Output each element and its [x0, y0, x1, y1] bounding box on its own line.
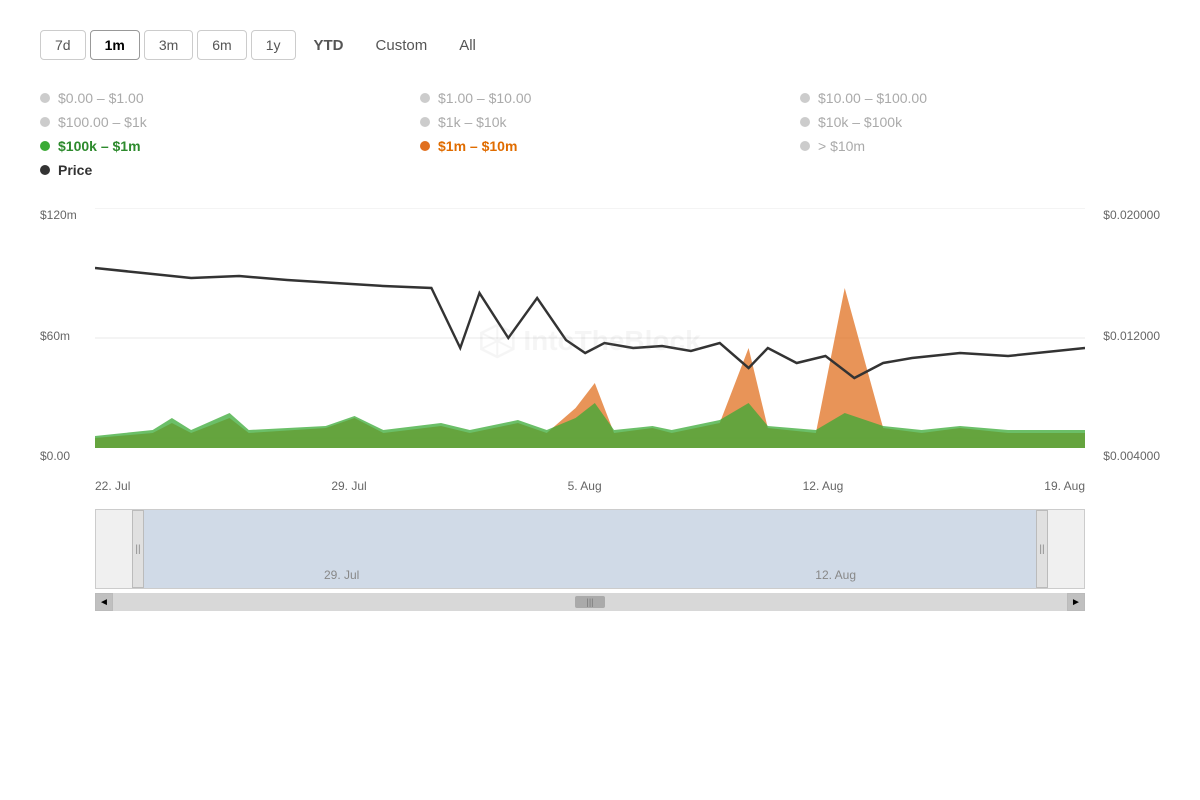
main-container: 7d 1m 3m 6m 1y YTD Custom All $0.00 – $1…: [0, 0, 1200, 631]
navigator-panel: || || 29. Jul 12. Aug: [95, 509, 1085, 589]
scrollbar-track: |||: [113, 593, 1067, 611]
legend-dot-1: [420, 93, 430, 103]
x-label-0: 22. Jul: [95, 479, 130, 493]
legend-item-8[interactable]: > $10m: [800, 138, 1160, 154]
legend-dot-7: [420, 141, 430, 151]
legend-item-4[interactable]: $1k – $10k: [420, 114, 780, 130]
x-label-2: 5. Aug: [568, 479, 602, 493]
y-right-label-1: $0.012000: [1103, 329, 1160, 343]
chart-area: $120m $60m $0.00 $0.020000 $0.012000 $0.…: [40, 208, 1160, 493]
y-left-label-1: $60m: [40, 329, 90, 343]
y-right-label-0: $0.020000: [1103, 208, 1160, 222]
legend-dot-4: [420, 117, 430, 127]
legend-item-3[interactable]: $100.00 – $1k: [40, 114, 400, 130]
legend-item-6[interactable]: $100k – $1m: [40, 138, 400, 154]
chart-svg: [95, 208, 1085, 468]
legend-item-2[interactable]: $10.00 – $100.00: [800, 90, 1160, 106]
y-axis-right: $0.020000 $0.012000 $0.004000: [1090, 208, 1160, 463]
filter-ytd[interactable]: YTD: [300, 31, 358, 60]
legend-label-4: $1k – $10k: [438, 114, 507, 130]
navigator-labels: 29. Jul 12. Aug: [96, 568, 1084, 582]
y-right-label-2: $0.004000: [1103, 449, 1160, 463]
legend-dot-6: [40, 141, 50, 151]
legend-label-0: $0.00 – $1.00: [58, 90, 144, 106]
filter-6m[interactable]: 6m: [197, 30, 246, 60]
legend-item-9[interactable]: Price: [40, 162, 400, 178]
scrollbar-left-arrow[interactable]: ◄: [95, 593, 113, 611]
legend-dot-5: [800, 117, 810, 127]
legend-label-2: $10.00 – $100.00: [818, 90, 927, 106]
legend-label-3: $100.00 – $1k: [58, 114, 147, 130]
legend-label-5: $10k – $100k: [818, 114, 902, 130]
legend-label-6: $100k – $1m: [58, 138, 141, 154]
filter-1m[interactable]: 1m: [90, 30, 140, 60]
green-area: [95, 403, 1085, 448]
y-axis-left: $120m $60m $0.00: [40, 208, 90, 463]
scrollbar: ◄ ||| ►: [95, 593, 1085, 611]
x-label-3: 12. Aug: [803, 479, 844, 493]
x-label-1: 29. Jul: [331, 479, 366, 493]
legend-item-5[interactable]: $10k – $100k: [800, 114, 1160, 130]
legend-label-7: $1m – $10m: [438, 138, 517, 154]
legend-dot-3: [40, 117, 50, 127]
x-axis-labels: 22. Jul 29. Jul 5. Aug 12. Aug 19. Aug: [95, 479, 1085, 493]
filter-1y[interactable]: 1y: [251, 30, 296, 60]
scrollbar-right-arrow[interactable]: ►: [1067, 593, 1085, 611]
y-left-label-0: $120m: [40, 208, 90, 222]
legend-label-1: $1.00 – $10.00: [438, 90, 531, 106]
time-filter-bar: 7d 1m 3m 6m 1y YTD Custom All: [40, 30, 1160, 60]
nav-label-left: 29. Jul: [324, 568, 359, 582]
legend-item-1[interactable]: $1.00 – $10.00: [420, 90, 780, 106]
filter-3m[interactable]: 3m: [144, 30, 193, 60]
x-label-4: 19. Aug: [1044, 479, 1085, 493]
legend-dot-9: [40, 165, 50, 175]
filter-7d[interactable]: 7d: [40, 30, 86, 60]
chart-legend: $0.00 – $1.00 $1.00 – $10.00 $10.00 – $1…: [40, 90, 1160, 178]
legend-item-7[interactable]: $1m – $10m: [420, 138, 780, 154]
price-line: [95, 268, 1085, 378]
legend-dot-8: [800, 141, 810, 151]
nav-label-right: 12. Aug: [815, 568, 856, 582]
chart-svg-container: IntoTheBlock: [95, 208, 1085, 473]
y-left-label-2: $0.00: [40, 449, 90, 463]
legend-item-0[interactable]: $0.00 – $1.00: [40, 90, 400, 106]
legend-dot-0: [40, 93, 50, 103]
legend-dot-2: [800, 93, 810, 103]
filter-all[interactable]: All: [445, 31, 490, 60]
filter-custom[interactable]: Custom: [362, 31, 442, 60]
scrollbar-thumb[interactable]: |||: [575, 596, 605, 608]
legend-label-8: > $10m: [818, 138, 865, 154]
legend-label-9: Price: [58, 162, 92, 178]
